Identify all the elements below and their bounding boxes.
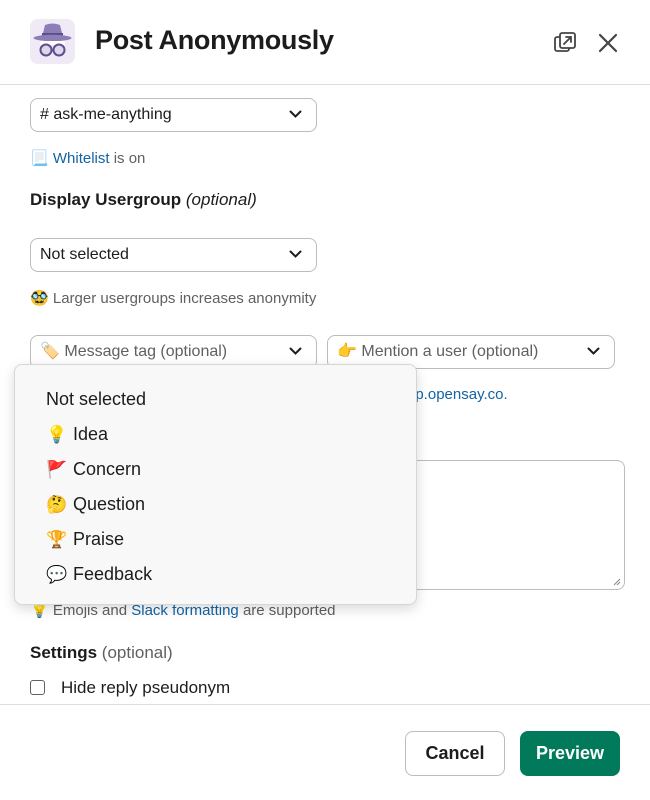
disguise-icon: 🥸 [30,290,49,307]
cancel-button[interactable]: Cancel [405,731,505,776]
usergroup-hint: 🥸 Larger usergroups increases anonymity [30,289,316,307]
dropdown-item-label: Praise [73,529,125,549]
tag-icon: 🏷️ [40,343,60,360]
thinking-face-icon: 🤔 [46,495,68,514]
dropdown-item-feedback[interactable]: 💬 Feedback [46,562,152,587]
dropdown-item-label: Feedback [73,564,153,584]
usergroup-select-value: Not selected [40,246,129,263]
post-anonymously-modal: Post Anonymously # ask-me-anything 📃 Whi… [0,0,650,800]
chevron-down-icon [289,250,302,258]
whitelist-status: 📃 Whitelist is on [30,149,145,167]
usergroup-label-text: Display Usergroup [30,190,182,209]
whitelist-is: is [109,150,129,167]
message-tag-placeholder: Message tag (optional) [64,343,228,360]
close-icon[interactable] [595,30,621,56]
mention-user-placeholder: Mention a user (optional) [361,343,539,360]
hide-reply-checkbox[interactable] [30,680,45,695]
chevron-down-icon [289,110,302,118]
trophy-icon: 🏆 [46,530,68,549]
dropdown-item-idea[interactable]: 💡 Idea [46,422,108,447]
dropdown-item-label: Question [73,494,146,514]
chevron-down-icon [289,347,302,355]
modal-title: Post Anonymously [95,25,334,55]
channel-select-value: # ask-me-anything [40,106,172,123]
dropdown-item-label: Not selected [46,389,147,409]
lightbulb-icon: 💡 [46,425,68,444]
chevron-down-icon [587,347,600,355]
modal-header: Post Anonymously [0,0,650,85]
pointing-hand-icon: 👉 [337,343,357,360]
whitelist-link[interactable]: Whitelist [53,150,110,167]
usergroup-label: Display Usergroup (optional) [30,190,257,210]
settings-label: Settings (optional) [30,643,173,663]
dropdown-item-praise[interactable]: 🏆 Praise [46,527,124,552]
modal-footer: Cancel Preview [0,704,650,800]
red-flag-icon: 🚩 [46,460,68,479]
whitelist-state: on [128,150,146,167]
dropdown-item-not-selected[interactable]: Not selected [46,387,146,411]
message-tag-dropdown: Not selected 💡 Idea 🚩 Concern 🤔 Question… [14,364,417,605]
dropdown-item-label: Idea [73,424,109,444]
settings-optional: (optional) [101,643,173,662]
usergroup-select[interactable]: Not selected [30,238,317,272]
popout-icon[interactable] [552,30,578,56]
page-icon: 📃 [30,150,49,167]
settings-label-text: Settings [30,643,98,662]
opensay-link[interactable]: pp.opensay.co. [407,386,508,403]
dropdown-item-concern[interactable]: 🚩 Concern [46,457,141,482]
usergroup-optional: (optional) [185,190,257,209]
channel-select[interactable]: # ask-me-anything [30,98,317,132]
incognito-spy-icon [30,19,75,64]
usergroup-hint-text: Larger usergroups increases anonymity [52,290,317,307]
resize-handle-icon[interactable] [613,578,621,586]
preview-button[interactable]: Preview [520,731,620,776]
dropdown-item-label: Concern [73,459,142,479]
hide-reply-label: Hide reply pseudonym [61,678,231,697]
dropdown-item-question[interactable]: 🤔 Question [46,492,145,517]
speech-bubble-icon: 💬 [46,565,68,584]
